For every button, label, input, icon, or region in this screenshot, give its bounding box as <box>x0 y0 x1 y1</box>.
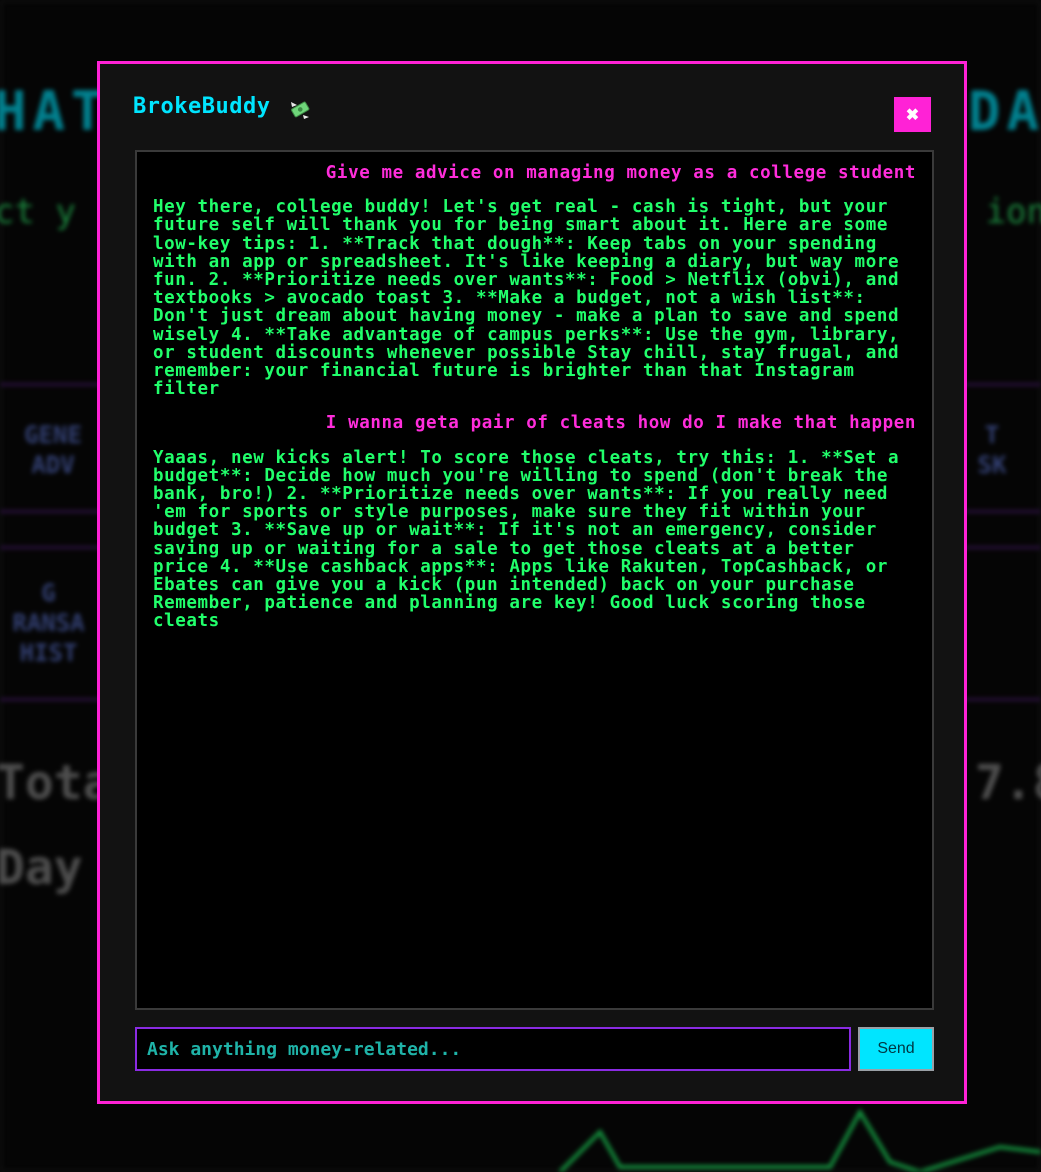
modal-title: BrokeBuddy <box>133 94 271 119</box>
background-total-label: Tota <box>0 755 112 811</box>
background-ask-button: T SK <box>977 421 1007 479</box>
bot-message: Yaaas, new kicks alert! To score those c… <box>153 447 911 632</box>
background-history-button: G RANSA HIST <box>12 579 85 667</box>
send-button[interactable]: Send <box>858 1027 934 1071</box>
background-chart-line <box>558 1107 1041 1172</box>
money-with-wings-icon <box>288 97 312 121</box>
modal-header: BrokeBuddy <box>133 94 312 119</box>
background-title-right: DA <box>967 80 1041 143</box>
chat-input[interactable] <box>135 1027 851 1071</box>
chat-message-log[interactable]: Give me advice on managing money as a co… <box>135 150 934 1010</box>
user-message: I wanna geta pair of cleats how do I mak… <box>325 413 916 434</box>
background-advice-button: GENE ADV <box>24 421 82 479</box>
background-subtitle-right: ion <box>985 192 1041 232</box>
background-total-value: 7.8 <box>975 755 1041 811</box>
user-message: Give me advice on managing money as a co… <box>325 163 916 183</box>
background-day-label: Day <box>0 840 83 896</box>
background-title-left: HAT <box>0 80 110 143</box>
close-button[interactable]: ✖ <box>894 97 931 132</box>
background-subtitle-left: ct y <box>0 192 76 232</box>
bot-message: Hey there, college buddy! Let's get real… <box>153 197 911 400</box>
chat-modal: BrokeBuddy ✖ Give me advice on managing … <box>97 61 967 1104</box>
chat-input-row: Send <box>135 1027 934 1071</box>
